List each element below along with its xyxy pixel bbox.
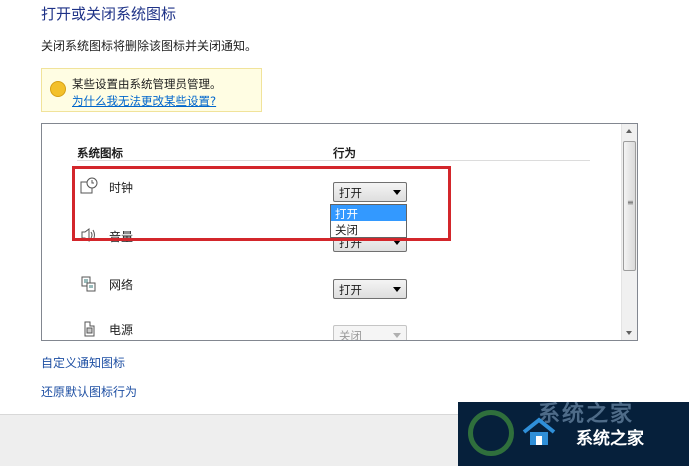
volume-icon xyxy=(80,226,98,248)
row-label-power: 电源 xyxy=(109,323,134,337)
why-cant-change-link[interactable]: 为什么我无法更改某些设置? xyxy=(72,93,216,109)
chevron-down-icon xyxy=(393,287,401,292)
chevron-down-icon xyxy=(393,240,401,245)
column-header-icons: 系统图标 xyxy=(77,146,123,160)
column-header-behavior: 行为 xyxy=(333,146,356,160)
house-icon xyxy=(520,416,558,448)
clock-behavior-select[interactable]: 打开 xyxy=(333,182,407,202)
row-label-network: 网络 xyxy=(109,278,134,292)
grip-icon: ≡ xyxy=(627,198,634,207)
row-label-volume: 音量 xyxy=(109,230,134,244)
power-icon xyxy=(80,320,98,340)
page-title: 打开或关闭系统图标 xyxy=(41,5,177,23)
row-label-clock: 时钟 xyxy=(109,181,134,195)
option-label: 关闭 xyxy=(335,223,358,237)
select-value: 打开 xyxy=(339,283,362,297)
power-behavior-select: 关闭 xyxy=(333,325,407,341)
scroll-down-button[interactable] xyxy=(622,326,637,340)
restore-default-behavior-link[interactable]: 还原默认图标行为 xyxy=(41,383,137,400)
dropdown-option-off[interactable]: 关闭 xyxy=(331,221,406,237)
network-behavior-select[interactable]: 打开 xyxy=(333,279,407,299)
header-divider xyxy=(77,160,590,161)
vertical-scrollbar[interactable]: ≡ xyxy=(621,124,637,340)
scroll-up-button[interactable] xyxy=(622,124,637,138)
scroll-thumb[interactable]: ≡ xyxy=(623,141,636,271)
arrow-up-icon xyxy=(626,129,632,133)
option-label: 打开 xyxy=(335,207,358,221)
network-icon xyxy=(80,275,98,297)
ring-logo-icon xyxy=(468,410,514,456)
page-description: 关闭系统图标将删除该图标并关闭通知。 xyxy=(41,39,258,53)
clock-behavior-dropdown: 打开 关闭 xyxy=(330,204,407,238)
watermark-logo: 系统之家 系统之家 xyxy=(458,402,689,466)
chevron-down-icon xyxy=(393,333,401,338)
watermark-text: 系统之家 xyxy=(576,429,644,449)
select-value: 关闭 xyxy=(339,329,362,341)
chevron-down-icon xyxy=(393,190,401,195)
arrow-down-icon xyxy=(626,331,632,335)
clock-icon xyxy=(80,177,98,199)
admin-notice: 某些设置由系统管理员管理。 为什么我无法更改某些设置? xyxy=(41,68,262,112)
customize-notification-icons-link[interactable]: 自定义通知图标 xyxy=(41,354,125,371)
notice-message: 某些设置由系统管理员管理。 xyxy=(72,77,222,91)
dropdown-option-on[interactable]: 打开 xyxy=(331,205,406,221)
shield-icon xyxy=(50,81,66,97)
select-value: 打开 xyxy=(339,186,362,200)
